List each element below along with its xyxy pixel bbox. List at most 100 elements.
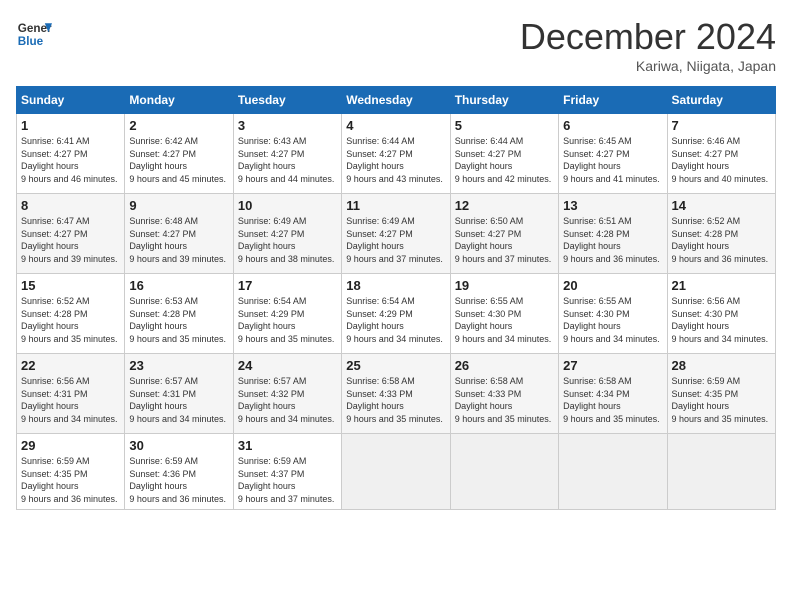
table-row [667,434,775,510]
table-row: 23Sunrise: 6:57 AMSunset: 4:31 PMDayligh… [125,354,233,434]
day-number: 27 [563,358,662,373]
day-detail: Sunrise: 6:42 AMSunset: 4:27 PMDaylight … [129,135,228,185]
day-number: 29 [21,438,120,453]
table-row [559,434,667,510]
day-detail: Sunrise: 6:55 AMSunset: 4:30 PMDaylight … [455,295,554,345]
table-row: 16 Sunrise: 6:53 AMSunset: 4:28 PMDayligh… [125,274,233,354]
day-detail: Sunrise: 6:49 AMSunset: 4:27 PMDaylight … [346,215,445,265]
day-detail: Sunrise: 6:51 AMSunset: 4:28 PMDaylight … [563,215,662,265]
day-number: 8 [21,198,120,213]
calendar-week-4: 22 Sunrise: 6:56 AMSunset: 4:31 PMDayligh… [17,354,776,434]
day-number: 21 [672,278,771,293]
day-detail: Sunrise: 6:44 AMSunset: 4:27 PMDaylight … [455,135,554,185]
table-row [342,434,450,510]
table-row: 21 Sunrise: 6:56 AMSunset: 4:30 PMDayligh… [667,274,775,354]
day-detail: Sunrise: 6:59 AMSunset: 4:35 PMDaylight … [21,455,120,505]
weekday-header-row: SundayMondayTuesdayWednesdayThursdayFrid… [17,87,776,114]
table-row: 6 Sunrise: 6:45 AMSunset: 4:27 PMDaylight… [559,114,667,194]
day-number: 1 [21,118,120,133]
day-number: 11 [346,198,445,213]
day-number: 9 [129,198,228,213]
table-row: 9Sunrise: 6:48 AMSunset: 4:27 PMDaylight… [125,194,233,274]
day-detail: Sunrise: 6:52 AMSunset: 4:28 PMDaylight … [21,295,120,345]
table-row: 15 Sunrise: 6:52 AMSunset: 4:28 PMDayligh… [17,274,125,354]
day-detail: Sunrise: 6:56 AMSunset: 4:31 PMDaylight … [21,375,120,425]
table-row: 27 Sunrise: 6:58 AMSunset: 4:34 PMDayligh… [559,354,667,434]
calendar-table: SundayMondayTuesdayWednesdayThursdayFrid… [16,86,776,510]
table-row: 7 Sunrise: 6:46 AMSunset: 4:27 PMDaylight… [667,114,775,194]
table-row: 26Sunrise: 6:58 AMSunset: 4:33 PMDayligh… [450,354,558,434]
day-number: 4 [346,118,445,133]
title-block: December 2024 Kariwa, Niigata, Japan [520,16,776,74]
table-row: 2Sunrise: 6:42 AMSunset: 4:27 PMDaylight… [125,114,233,194]
table-row: 13 Sunrise: 6:51 AMSunset: 4:28 PMDayligh… [559,194,667,274]
day-detail: Sunrise: 6:59 AMSunset: 4:37 PMDaylight … [238,455,337,505]
table-row [450,434,558,510]
day-detail: Sunrise: 6:58 AMSunset: 4:34 PMDaylight … [563,375,662,425]
day-detail: Sunrise: 6:47 AMSunset: 4:27 PMDaylight … [21,215,120,265]
day-detail: Sunrise: 6:44 AMSunset: 4:27 PMDaylight … [346,135,445,185]
logo-icon: General Blue [16,16,52,52]
day-number: 13 [563,198,662,213]
day-detail: Sunrise: 6:53 AMSunset: 4:28 PMDaylight … [129,295,228,345]
location-subtitle: Kariwa, Niigata, Japan [520,58,776,74]
logo: General Blue [16,16,52,52]
day-number: 15 [21,278,120,293]
day-number: 16 [129,278,228,293]
day-number: 3 [238,118,337,133]
calendar-week-2: 8 Sunrise: 6:47 AMSunset: 4:27 PMDaylight… [17,194,776,274]
day-detail: Sunrise: 6:45 AMSunset: 4:27 PMDaylight … [563,135,662,185]
day-number: 30 [129,438,228,453]
table-row: 3 Sunrise: 6:43 AMSunset: 4:27 PMDaylight… [233,114,341,194]
table-row: 14 Sunrise: 6:52 AMSunset: 4:28 PMDayligh… [667,194,775,274]
table-row: 22 Sunrise: 6:56 AMSunset: 4:31 PMDayligh… [17,354,125,434]
day-number: 10 [238,198,337,213]
day-detail: Sunrise: 6:58 AMSunset: 4:33 PMDaylight … [346,375,445,425]
day-number: 14 [672,198,771,213]
table-row: 5 Sunrise: 6:44 AMSunset: 4:27 PMDaylight… [450,114,558,194]
day-number: 12 [455,198,554,213]
table-row: 11 Sunrise: 6:49 AMSunset: 4:27 PMDayligh… [342,194,450,274]
weekday-monday: Monday [125,87,233,114]
day-detail: Sunrise: 6:57 AMSunset: 4:32 PMDaylight … [238,375,337,425]
table-row: 31 Sunrise: 6:59 AMSunset: 4:37 PMDayligh… [233,434,341,510]
table-row: 4 Sunrise: 6:44 AMSunset: 4:27 PMDaylight… [342,114,450,194]
day-number: 7 [672,118,771,133]
day-detail: Sunrise: 6:46 AMSunset: 4:27 PMDaylight … [672,135,771,185]
day-number: 5 [455,118,554,133]
table-row: 24Sunrise: 6:57 AMSunset: 4:32 PMDayligh… [233,354,341,434]
table-row: 20 Sunrise: 6:55 AMSunset: 4:30 PMDayligh… [559,274,667,354]
day-detail: Sunrise: 6:43 AMSunset: 4:27 PMDaylight … [238,135,337,185]
day-detail: Sunrise: 6:59 AMSunset: 4:35 PMDaylight … [672,375,771,425]
day-number: 22 [21,358,120,373]
table-row: 30 Sunrise: 6:59 AMSunset: 4:36 PMDayligh… [125,434,233,510]
day-detail: Sunrise: 6:54 AMSunset: 4:29 PMDaylight … [346,295,445,345]
month-title: December 2024 [520,16,776,58]
calendar-week-5: 29 Sunrise: 6:59 AMSunset: 4:35 PMDayligh… [17,434,776,510]
calendar-week-1: 1 Sunrise: 6:41 AMSunset: 4:27 PMDaylight… [17,114,776,194]
weekday-friday: Friday [559,87,667,114]
day-detail: Sunrise: 6:56 AMSunset: 4:30 PMDaylight … [672,295,771,345]
table-row: 12Sunrise: 6:50 AMSunset: 4:27 PMDayligh… [450,194,558,274]
day-detail: Sunrise: 6:49 AMSunset: 4:27 PMDaylight … [238,215,337,265]
day-detail: Sunrise: 6:41 AMSunset: 4:27 PMDaylight … [21,135,120,185]
day-number: 31 [238,438,337,453]
day-number: 26 [455,358,554,373]
table-row: 19Sunrise: 6:55 AMSunset: 4:30 PMDayligh… [450,274,558,354]
calendar-week-3: 15 Sunrise: 6:52 AMSunset: 4:28 PMDayligh… [17,274,776,354]
table-row: 1 Sunrise: 6:41 AMSunset: 4:27 PMDaylight… [17,114,125,194]
day-number: 20 [563,278,662,293]
table-row: 29 Sunrise: 6:59 AMSunset: 4:35 PMDayligh… [17,434,125,510]
weekday-saturday: Saturday [667,87,775,114]
day-detail: Sunrise: 6:59 AMSunset: 4:36 PMDaylight … [129,455,228,505]
table-row: 25Sunrise: 6:58 AMSunset: 4:33 PMDayligh… [342,354,450,434]
weekday-tuesday: Tuesday [233,87,341,114]
day-number: 17 [238,278,337,293]
day-detail: Sunrise: 6:54 AMSunset: 4:29 PMDaylight … [238,295,337,345]
day-number: 6 [563,118,662,133]
table-row: 17 Sunrise: 6:54 AMSunset: 4:29 PMDayligh… [233,274,341,354]
page-header: General Blue December 2024 Kariwa, Niiga… [16,16,776,74]
day-detail: Sunrise: 6:55 AMSunset: 4:30 PMDaylight … [563,295,662,345]
day-detail: Sunrise: 6:52 AMSunset: 4:28 PMDaylight … [672,215,771,265]
svg-text:Blue: Blue [18,35,44,48]
